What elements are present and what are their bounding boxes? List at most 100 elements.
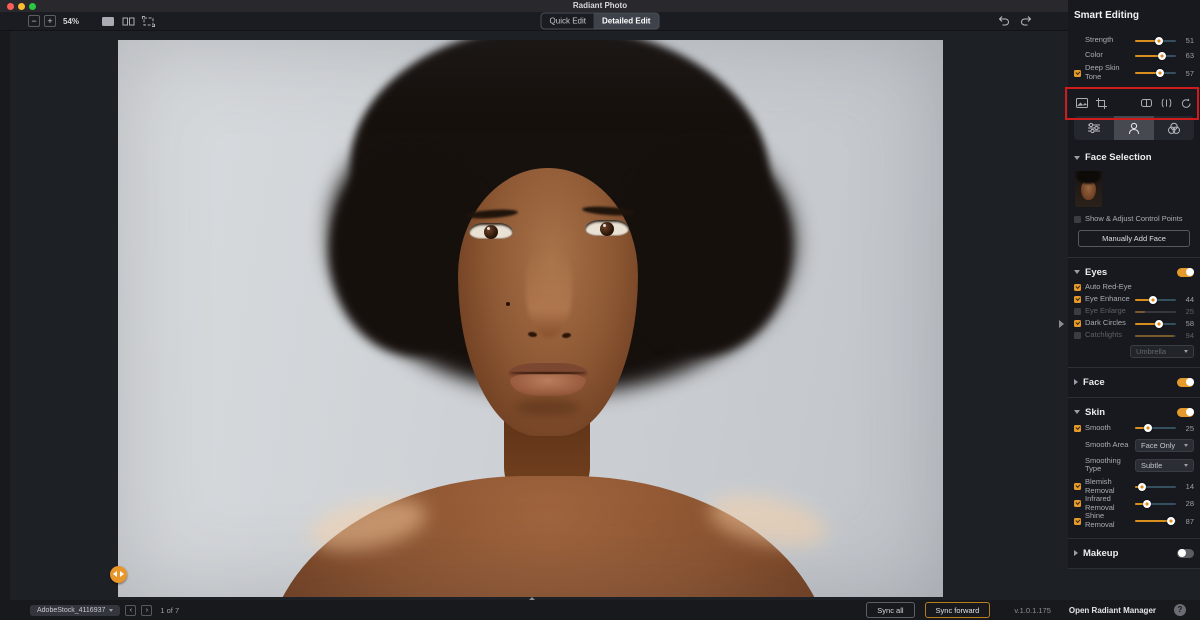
sync-forward-button[interactable]: Sync forward	[925, 602, 991, 618]
main-area	[0, 31, 1200, 600]
single-view-icon[interactable]	[101, 16, 115, 27]
tab-portrait[interactable]	[1114, 116, 1154, 140]
strength-slider-row: Strength 51	[1068, 33, 1200, 48]
portrait-hair	[350, 40, 770, 326]
color-wheel-icon	[1167, 122, 1181, 135]
slider-label: Color	[1085, 51, 1131, 60]
smoothing-type-row: Smoothing Type Subtle	[1068, 457, 1200, 474]
catchlight-type-dropdown[interactable]: Umbrella	[1130, 345, 1194, 358]
blemish-removal-checkbox[interactable]	[1074, 483, 1081, 490]
edit-panel: Smart Editing Strength 51 Color 63 Deep …	[1068, 0, 1200, 569]
page-indicator: 1 of 7	[160, 606, 179, 615]
face-section-header[interactable]: Face	[1068, 373, 1200, 392]
smooth-row: Smooth 25	[1068, 422, 1200, 435]
zoom-in-button[interactable]: +	[44, 15, 56, 27]
deep-skin-tone-slider-row: Deep Skin Tone 57	[1068, 63, 1200, 83]
slider-label: Strength	[1085, 36, 1131, 45]
strength-slider[interactable]	[1135, 40, 1176, 42]
smooth-checkbox[interactable]	[1074, 425, 1081, 432]
slider-knob[interactable]	[1156, 69, 1164, 77]
zoom-level: 54%	[63, 17, 79, 26]
chevron-down-icon	[1184, 464, 1188, 467]
crop-icon[interactable]	[1096, 98, 1107, 109]
eye-enlarge-checkbox[interactable]	[1074, 308, 1081, 315]
dark-circles-checkbox[interactable]	[1074, 320, 1081, 327]
undo-icon[interactable]	[998, 13, 1010, 31]
infrared-removal-slider[interactable]	[1135, 503, 1176, 505]
disclosure-triangle-icon	[1074, 156, 1080, 160]
manually-add-face-button[interactable]: Manually Add Face	[1078, 230, 1190, 247]
filename: AdobeStock_4116937	[37, 607, 105, 614]
smooth-area-dropdown[interactable]: Face Only	[1135, 439, 1194, 452]
skin-toggle[interactable]	[1177, 408, 1194, 417]
blemish-removal-row: Blemish Removal 14	[1068, 478, 1200, 495]
infrared-removal-checkbox[interactable]	[1074, 500, 1081, 507]
face-toggle[interactable]	[1177, 378, 1194, 387]
color-slider[interactable]	[1135, 55, 1176, 57]
image-icon[interactable]	[1076, 98, 1088, 108]
detailed-edit-tab[interactable]: Detailed Edit	[594, 14, 658, 29]
disclosure-triangle-icon	[1074, 410, 1080, 414]
deep-skin-tone-slider[interactable]	[1135, 72, 1176, 74]
dark-circles-slider[interactable]	[1135, 323, 1176, 325]
split-view-icon[interactable]	[122, 16, 135, 27]
portrait-icon	[1128, 122, 1140, 135]
slider-value: 57	[1180, 69, 1194, 78]
blemish-removal-slider[interactable]	[1135, 486, 1176, 488]
deep-skin-tone-checkbox[interactable]	[1074, 70, 1081, 77]
disclosure-triangle-icon	[1074, 550, 1078, 556]
help-icon[interactable]: ?	[1174, 604, 1186, 616]
dark-circles-row: Dark Circles 58	[1068, 318, 1200, 330]
slider-value: 63	[1180, 51, 1194, 60]
shine-removal-slider[interactable]	[1135, 520, 1176, 522]
skin-section-header[interactable]: Skin	[1068, 403, 1200, 422]
sync-all-button[interactable]: Sync all	[866, 602, 914, 618]
disclosure-triangle-icon	[1074, 379, 1078, 385]
catchlights-checkbox[interactable]	[1074, 332, 1081, 339]
before-after-handle[interactable]	[110, 566, 127, 583]
previous-image-button[interactable]: ‹	[125, 605, 136, 616]
eye-enhance-checkbox[interactable]	[1074, 296, 1081, 303]
control-points-row: Show & Adjust Control Points	[1068, 215, 1200, 224]
face-thumbnail[interactable]	[1075, 171, 1102, 207]
edit-mode-switcher: Quick Edit Detailed Edit	[541, 13, 660, 30]
catchlights-row: Catchlights 94	[1068, 330, 1200, 342]
eye-enlarge-slider[interactable]	[1135, 311, 1176, 313]
filename-dropdown[interactable]: AdobeStock_4116937	[30, 605, 120, 616]
panel-collapse-icon[interactable]	[1059, 320, 1064, 328]
crop-frame-icon[interactable]	[142, 16, 155, 27]
portrait-neck	[504, 410, 590, 505]
infrared-removal-row: Infrared Removal 28	[1068, 495, 1200, 512]
eye-enhance-slider[interactable]	[1135, 299, 1176, 301]
open-radiant-manager-link[interactable]: Open Radiant Manager	[1069, 606, 1156, 615]
smoothing-type-dropdown[interactable]: Subtle	[1135, 459, 1194, 472]
portrait-shoulders	[266, 476, 831, 597]
slider-knob[interactable]	[1158, 52, 1166, 60]
eyes-section-header[interactable]: Eyes	[1068, 263, 1200, 282]
quick-edit-tab[interactable]: Quick Edit	[542, 14, 594, 29]
control-points-checkbox[interactable]	[1074, 216, 1081, 223]
app-title: Radiant Photo	[0, 0, 1200, 12]
next-image-button[interactable]: ›	[141, 605, 152, 616]
titlebar: Radiant Photo	[0, 0, 1200, 12]
auto-red-eye-checkbox[interactable]	[1074, 284, 1081, 291]
redo-icon[interactable]	[1020, 13, 1032, 31]
catchlights-slider[interactable]	[1135, 335, 1176, 337]
tab-color[interactable]	[1154, 116, 1194, 140]
tab-adjustments[interactable]	[1074, 116, 1114, 140]
smooth-slider[interactable]	[1135, 427, 1176, 429]
portrait-lips	[508, 363, 588, 379]
slider-value: 51	[1180, 36, 1194, 45]
eyes-toggle[interactable]	[1177, 268, 1194, 277]
zoom-out-button[interactable]: −	[28, 15, 40, 27]
shine-removal-checkbox[interactable]	[1074, 518, 1081, 525]
slider-knob[interactable]	[1155, 37, 1163, 45]
face-selection-header[interactable]: Face Selection	[1068, 148, 1200, 167]
portrait-eye	[469, 223, 513, 239]
compare-icon[interactable]	[1141, 98, 1152, 108]
preview-icon[interactable]	[1161, 98, 1172, 108]
makeup-section-header[interactable]: Makeup	[1068, 544, 1200, 563]
makeup-toggle[interactable]	[1177, 549, 1194, 558]
arrow-left-icon	[113, 571, 117, 577]
reset-icon[interactable]	[1181, 98, 1192, 108]
